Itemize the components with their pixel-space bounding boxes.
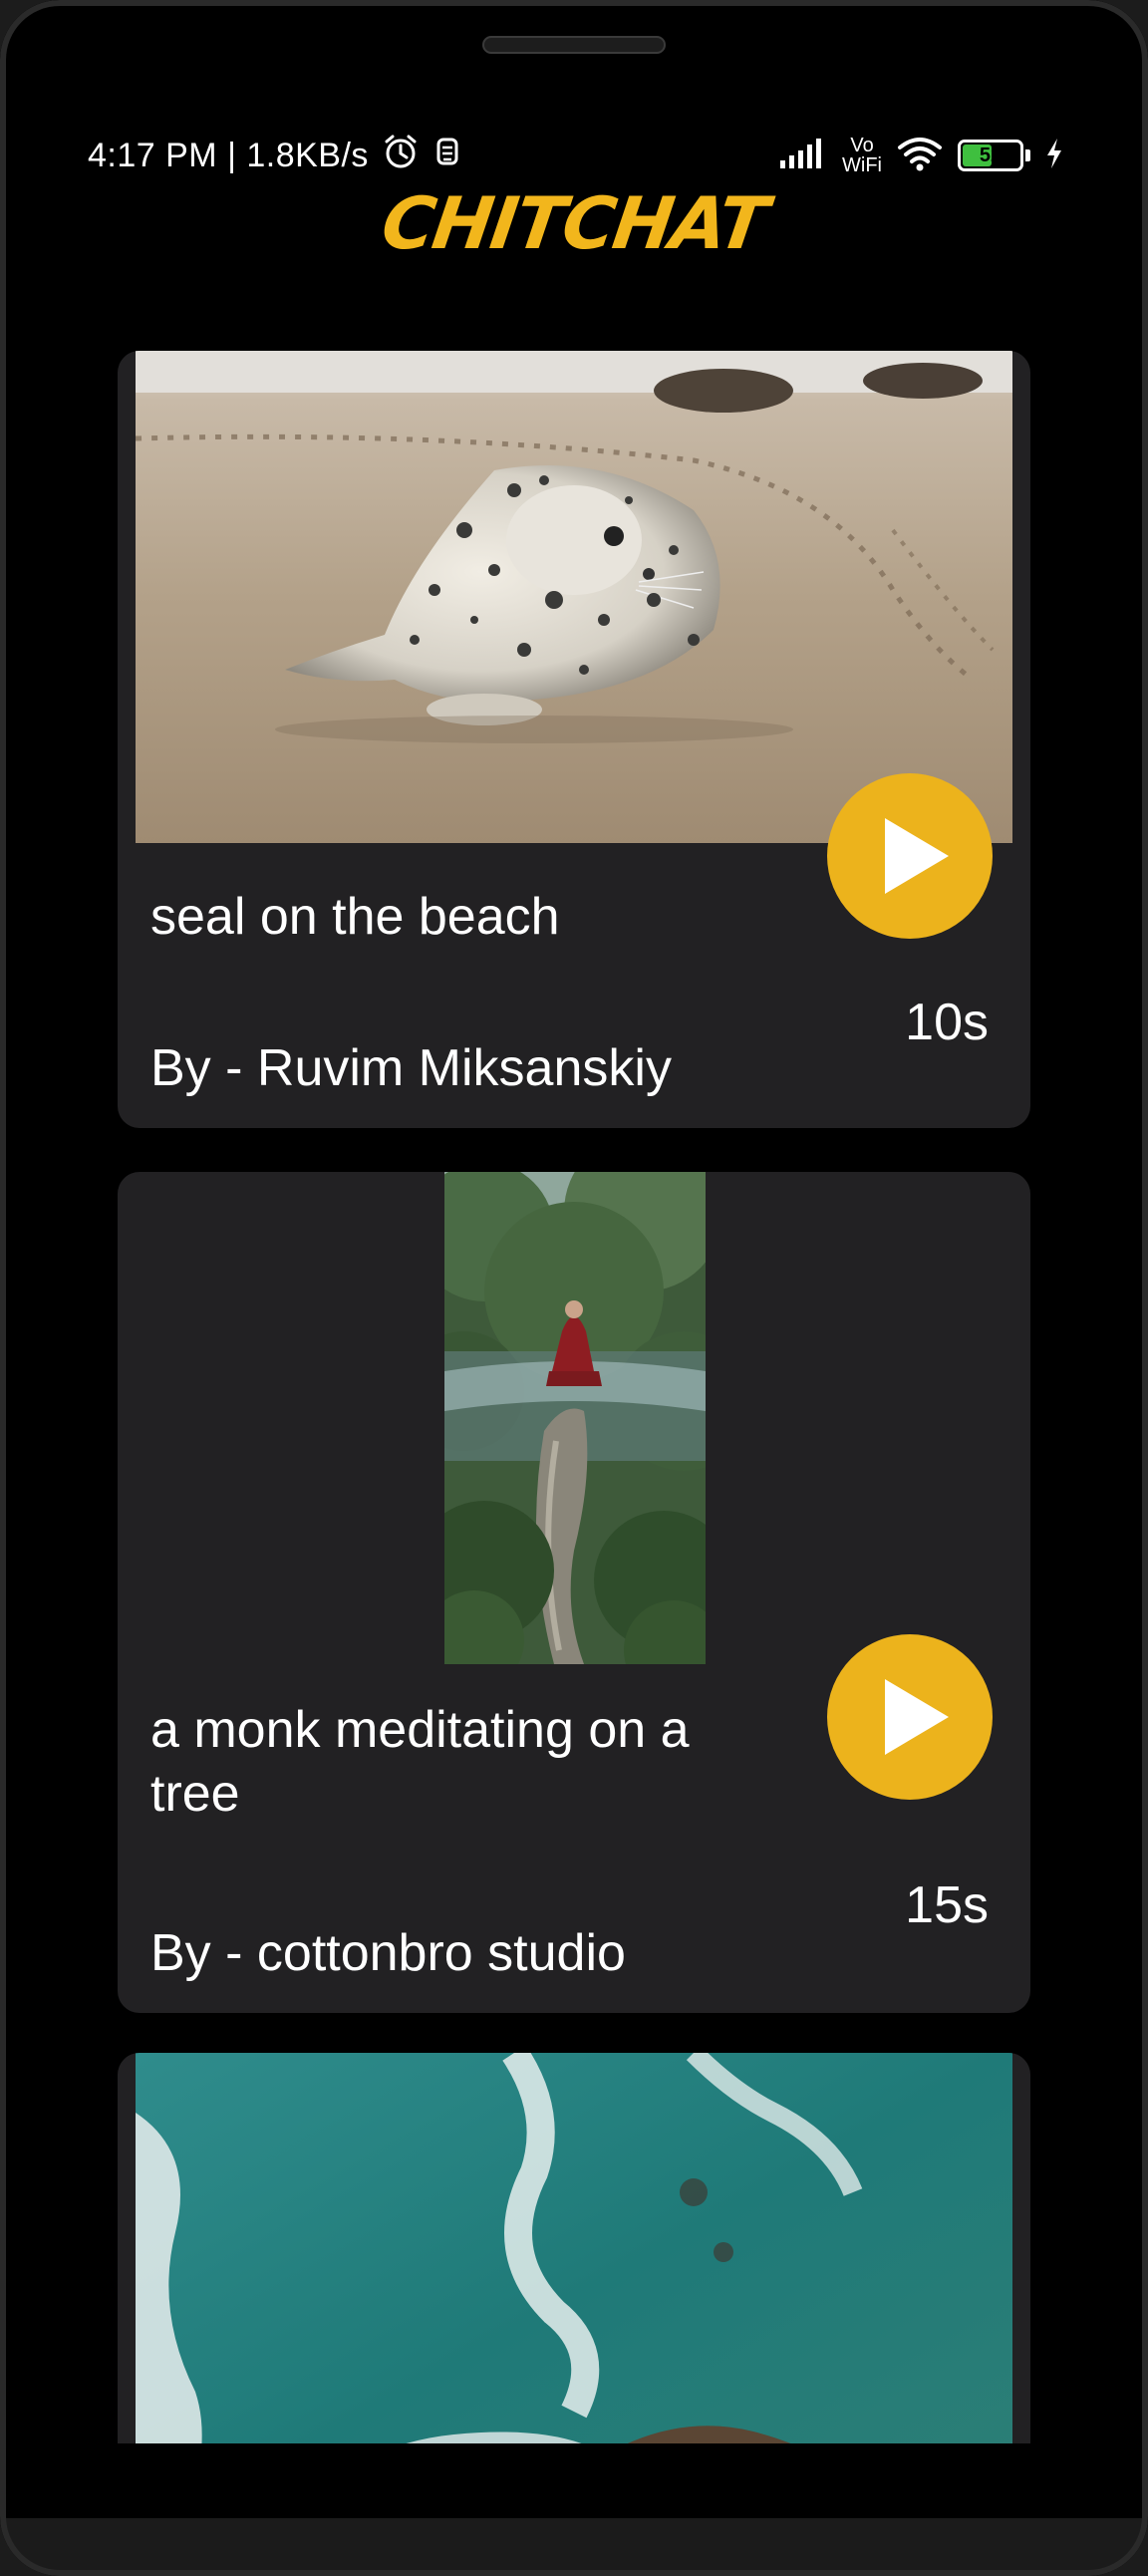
video-author: By - cottonbro studio	[150, 1924, 626, 1982]
status-time: 4:17 PM | 1.8KB/s	[88, 136, 369, 174]
video-card[interactable]: seal on the beach 10s By - Ruvim Miksans…	[118, 351, 1030, 1128]
play-icon	[885, 818, 949, 894]
video-thumbnail[interactable]	[136, 2053, 1012, 2443]
video-thumbnail[interactable]	[444, 1172, 706, 1664]
status-bar: 4:17 PM | 1.8KB/s Vo WiFi 52	[88, 128, 1064, 183]
aerial-ocean-rocks-photo	[136, 2053, 1012, 2443]
battery-icon: 52	[958, 140, 1023, 171]
vowifi-bottom-label: WiFi	[842, 154, 882, 176]
bottom-bezel	[0, 2518, 1148, 2576]
battery-terminal	[1025, 149, 1030, 161]
play-button[interactable]	[827, 773, 993, 939]
status-right: Vo WiFi 52	[778, 128, 1064, 183]
app-notification-icon	[432, 132, 462, 180]
video-card[interactable]	[118, 2053, 1030, 2443]
earpiece-speaker	[482, 36, 666, 54]
status-left: 4:17 PM | 1.8KB/s	[88, 128, 462, 183]
phone-frame: 4:17 PM | 1.8KB/s Vo WiFi 52 CHITCHAT se…	[0, 0, 1148, 2576]
battery-level: 52	[979, 143, 1003, 166]
video-author: By - Ruvim Miksanskiy	[150, 1039, 672, 1097]
app-title: CHITCHAT	[377, 181, 771, 265]
monk-in-forest-photo	[444, 1172, 706, 1664]
video-thumbnail[interactable]	[136, 351, 1012, 843]
alarm-icon	[381, 132, 421, 180]
vowifi-top-label: Vo	[850, 135, 874, 156]
video-feed[interactable]: seal on the beach 10s By - Ruvim Miksans…	[118, 351, 1030, 2443]
play-icon	[885, 1679, 949, 1755]
vowifi-indicator: Vo WiFi	[842, 136, 882, 175]
video-title: seal on the beach	[150, 888, 560, 946]
video-duration: 15s	[905, 1876, 989, 1934]
seal-on-sand-photo	[136, 351, 1012, 843]
signal-strength-icon	[778, 137, 828, 174]
wifi-icon	[896, 136, 944, 175]
charging-bolt-icon	[1044, 137, 1064, 174]
video-title: a monk meditating on a tree	[150, 1701, 690, 1823]
video-duration: 10s	[905, 994, 989, 1051]
video-card[interactable]: a monk meditating on a tree 15s By - cot…	[118, 1172, 1030, 2013]
play-button[interactable]	[827, 1634, 993, 1800]
